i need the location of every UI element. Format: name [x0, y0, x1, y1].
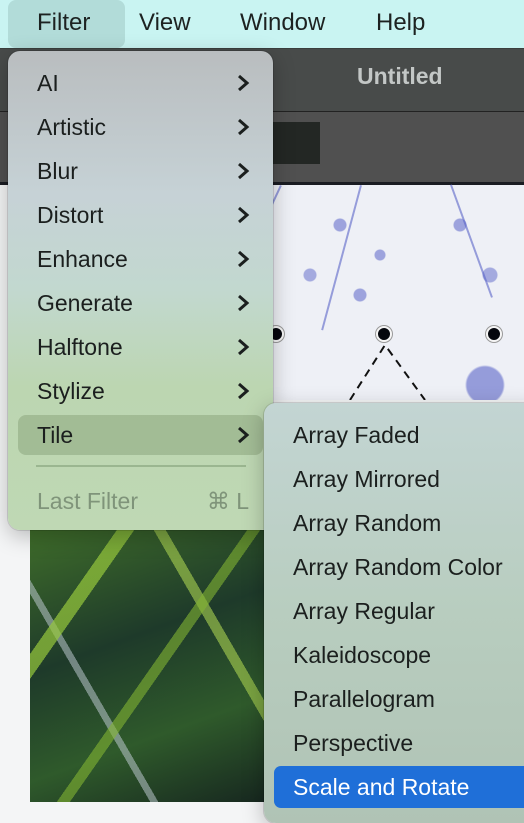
- submenu-item-label: Parallelogram: [293, 686, 435, 712]
- window-title: Untitled: [357, 63, 443, 89]
- menu-item-label: Tile: [37, 422, 74, 448]
- menu-view[interactable]: View: [139, 0, 191, 48]
- transform-handle-center[interactable]: [376, 326, 392, 342]
- submenu-item-kaleidoscope[interactable]: Kaleidoscope: [274, 634, 524, 676]
- branch-shape: [450, 184, 493, 298]
- menu-help[interactable]: Help: [376, 0, 425, 48]
- menu-item-label: Last Filter: [37, 488, 138, 514]
- branch-shape: [321, 185, 362, 331]
- menu-item-enhance[interactable]: Enhance: [18, 239, 263, 279]
- chevron-right-icon: [238, 250, 250, 268]
- chevron-right-icon: [238, 382, 250, 400]
- submenu-item-perspective[interactable]: Perspective: [274, 722, 524, 764]
- menu-item-label: Halftone: [37, 334, 123, 360]
- submenu-item-array-faded[interactable]: Array Faded: [274, 414, 524, 456]
- menu-separator: [36, 465, 246, 467]
- chevron-right-icon: [238, 338, 250, 356]
- transform-handle-right[interactable]: [486, 326, 502, 342]
- menu-window[interactable]: Window: [240, 0, 325, 48]
- menu-item-artistic[interactable]: Artistic: [18, 107, 263, 147]
- canvas-image-bottom[interactable]: [30, 530, 274, 802]
- submenu-item-parallelogram[interactable]: Parallelogram: [274, 678, 524, 720]
- chevron-right-icon: [238, 162, 250, 180]
- tile-submenu: Array Faded Array Mirrored Array Random …: [264, 403, 524, 823]
- submenu-item-label: Perspective: [293, 730, 414, 756]
- filter-menu: AI Artistic Blur Distort Enhance Generat…: [8, 51, 273, 530]
- transform-guide-line: [349, 343, 426, 400]
- chevron-right-icon: [238, 74, 250, 92]
- submenu-item-label: Array Random: [293, 510, 442, 536]
- menu-item-label: AI: [37, 70, 59, 96]
- chevron-right-icon: [238, 118, 250, 136]
- submenu-item-label: Kaleidoscope: [293, 642, 432, 668]
- menu-item-label: Artistic: [37, 114, 106, 140]
- submenu-item-array-regular[interactable]: Array Regular: [274, 590, 524, 632]
- menu-item-label: Stylize: [37, 378, 105, 404]
- submenu-item-label: Array Regular: [293, 598, 435, 624]
- menu-item-label: Distort: [37, 202, 104, 228]
- menu-item-tile[interactable]: Tile: [18, 415, 263, 455]
- submenu-item-label: Array Mirrored: [293, 466, 440, 492]
- menu-item-ai[interactable]: AI: [18, 63, 263, 103]
- menu-item-stylize[interactable]: Stylize: [18, 371, 263, 411]
- submenu-item-label: Array Faded: [293, 422, 420, 448]
- submenu-item-array-random[interactable]: Array Random: [274, 502, 524, 544]
- menu-item-label: Blur: [37, 158, 78, 184]
- menu-item-generate[interactable]: Generate: [18, 283, 263, 323]
- menu-filter[interactable]: Filter: [8, 0, 125, 48]
- chevron-right-icon: [238, 206, 250, 224]
- toolbar-field[interactable]: [270, 122, 320, 164]
- menu-item-distort[interactable]: Distort: [18, 195, 263, 235]
- menu-item-blur[interactable]: Blur: [18, 151, 263, 191]
- submenu-item-array-random-color[interactable]: Array Random Color: [274, 546, 524, 588]
- submenu-item-label: Array Random Color: [293, 554, 503, 580]
- menu-item-halftone[interactable]: Halftone: [18, 327, 263, 367]
- menu-item-last-filter: Last Filter ⌘ L: [18, 481, 263, 521]
- chevron-right-icon: [238, 294, 250, 312]
- submenu-item-array-mirrored[interactable]: Array Mirrored: [274, 458, 524, 500]
- menu-item-label: Enhance: [37, 246, 128, 272]
- menu-bar: Filter View Window Help: [0, 0, 524, 49]
- menu-filter-label: Filter: [37, 9, 91, 36]
- shortcut-label: ⌘ L: [206, 488, 249, 514]
- menu-item-label: Generate: [37, 290, 133, 316]
- chevron-right-icon: [238, 426, 250, 444]
